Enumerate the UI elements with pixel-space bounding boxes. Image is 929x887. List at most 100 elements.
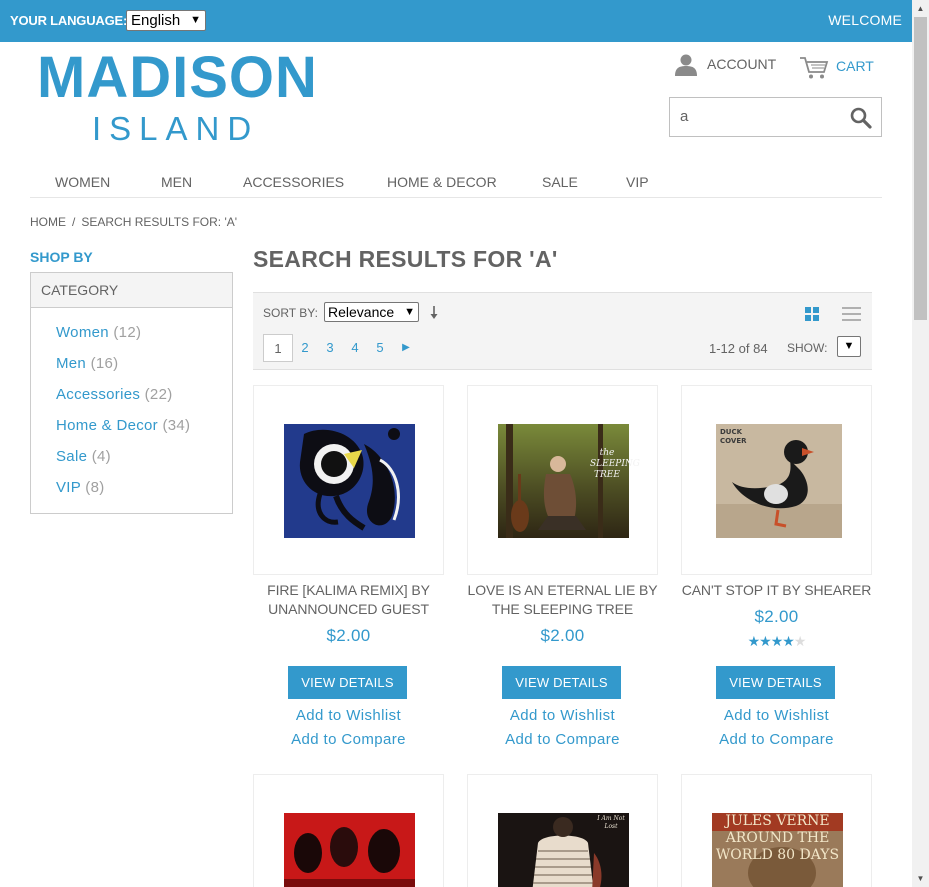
category-label: Men: [56, 355, 87, 372]
product-price: $2.00: [540, 626, 585, 645]
star-icon: ★: [759, 633, 772, 649]
search-box: a: [669, 97, 882, 137]
page-scrollbar[interactable]: ▲ ▼: [912, 0, 929, 887]
category-filter: CATEGORY Women (12) Men (16) Accessories…: [30, 272, 233, 514]
user-icon: [675, 54, 697, 76]
scrollbar-thumb[interactable]: [914, 17, 927, 320]
next-page-icon[interactable]: ▶: [396, 334, 416, 362]
scroll-down-icon[interactable]: ▼: [912, 870, 929, 887]
category-count: (4): [91, 448, 111, 465]
category-label: Sale: [56, 448, 88, 465]
nav-item-home-decor[interactable]: HOME & DECOR: [387, 174, 497, 190]
product-image: [498, 424, 629, 538]
top-bar: YOUR LANGUAGE: English ▼ WELCOME: [0, 0, 912, 42]
grid-view-icon[interactable]: [805, 307, 819, 321]
category-item[interactable]: Sale (4): [56, 448, 111, 465]
nav-item-sale[interactable]: SALE: [542, 174, 578, 190]
product-name[interactable]: LOVE IS AN ETERNAL LIE BY THE SLEEPING T…: [457, 581, 668, 619]
category-item[interactable]: Men (16): [56, 355, 118, 372]
star-icon: ★: [770, 633, 784, 649]
view-details-button[interactable]: VIEW DETAILS: [502, 666, 621, 699]
add-to-compare-link[interactable]: Add to Compare: [681, 731, 872, 748]
product-image-text: the SLEEPING TREE: [590, 448, 640, 480]
shop-by-heading: SHOP BY: [30, 249, 93, 265]
list-view-icon[interactable]: [842, 306, 861, 322]
search-input[interactable]: a: [680, 108, 688, 125]
category-item[interactable]: Home & Decor (34): [56, 417, 190, 434]
logo-sub-text: ISLAND: [92, 110, 260, 147]
product-image-frame[interactable]: the SLEEPING TREE: [467, 385, 658, 575]
product-image-frame[interactable]: [253, 385, 444, 575]
chevron-down-icon: ▼: [190, 14, 201, 26]
product-image-frame[interactable]: I Am Not Lost: [467, 774, 658, 887]
add-to-compare-link[interactable]: Add to Compare: [253, 731, 444, 748]
language-select-value: English: [131, 12, 181, 29]
category-count: (12): [113, 324, 142, 341]
category-item[interactable]: Accessories (22): [56, 386, 173, 403]
category-label: VIP: [56, 479, 81, 496]
product-image: [284, 813, 415, 887]
product-image-frame[interactable]: JULES VERNE AROUND THE WORLD 80 DAYS: [681, 774, 872, 887]
chevron-down-icon: ▼: [404, 306, 415, 318]
cart-label: CART: [836, 58, 874, 74]
category-count: (16): [90, 355, 119, 372]
chevron-down-icon: ▼: [843, 340, 855, 352]
product-name[interactable]: CAN'T STOP IT BY SHEARER: [671, 581, 882, 600]
category-item[interactable]: VIP (8): [56, 479, 105, 496]
main-nav: WOMEN MEN ACCESSORIES HOME & DECOR SALE …: [30, 164, 882, 198]
product-name[interactable]: FIRE [KALIMA REMIX] BY UNANNOUNCED GUEST: [243, 581, 454, 619]
product-image-frame[interactable]: [253, 774, 444, 887]
sort-select[interactable]: Relevance ▼: [324, 302, 419, 322]
nav-item-women[interactable]: WOMEN: [55, 174, 110, 190]
nav-item-men[interactable]: MEN: [161, 174, 192, 190]
star-rating: ★★★★★: [681, 633, 872, 650]
page-link-current[interactable]: 1: [263, 334, 293, 362]
welcome-message: WELCOME: [828, 12, 902, 28]
add-to-wishlist-link[interactable]: Add to Wishlist: [253, 707, 444, 724]
sort-direction-icon[interactable]: [429, 305, 439, 321]
results-count: 1-12 of 84: [709, 341, 768, 356]
language-select[interactable]: English ▼: [126, 10, 206, 31]
category-item[interactable]: Women (12): [56, 324, 141, 341]
category-count: (22): [144, 386, 173, 403]
logo-main-text: MADISON: [37, 45, 318, 110]
star-icon: ★: [747, 633, 761, 649]
product-price: $2.00: [326, 626, 371, 645]
view-details-button[interactable]: VIEW DETAILS: [716, 666, 835, 699]
add-to-compare-link[interactable]: Add to Compare: [467, 731, 658, 748]
product-image: [284, 424, 415, 538]
category-count: (34): [162, 417, 191, 434]
language-label: YOUR LANGUAGE:: [10, 13, 128, 28]
product-image-frame[interactable]: DUCK COVER: [681, 385, 872, 575]
product-image-text: JULES VERNE AROUND THE WORLD 80 DAYS: [715, 813, 840, 863]
page-link[interactable]: 5: [365, 334, 395, 362]
show-limit-select[interactable]: ▼: [837, 336, 861, 357]
breadcrumb: HOME / SEARCH RESULTS FOR: 'A': [30, 215, 237, 229]
breadcrumb-home[interactable]: HOME: [30, 215, 66, 229]
category-label: Women: [56, 324, 109, 341]
nav-item-vip[interactable]: VIP: [626, 174, 649, 190]
sort-select-value: Relevance: [328, 304, 395, 320]
scroll-up-icon[interactable]: ▲: [912, 0, 929, 17]
product-image-text: DUCK COVER: [720, 428, 747, 445]
results-toolbar: SORT BY: Relevance ▼ 1 2 3 4 5 ▶ 1-12 of…: [253, 292, 872, 370]
show-label: SHOW:: [787, 341, 828, 355]
search-icon[interactable]: [850, 107, 872, 129]
category-label: Accessories: [56, 386, 141, 403]
category-filter-title: CATEGORY: [31, 273, 232, 308]
sort-label: SORT BY:: [263, 306, 318, 320]
view-details-button[interactable]: VIEW DETAILS: [288, 666, 407, 699]
star-icon: ★: [793, 633, 807, 649]
cart-icon: [800, 57, 829, 79]
breadcrumb-current: SEARCH RESULTS FOR: 'A': [81, 215, 238, 229]
account-label: ACCOUNT: [707, 56, 777, 72]
add-to-wishlist-link[interactable]: Add to Wishlist: [467, 707, 658, 724]
category-label: Home & Decor: [56, 417, 158, 434]
product-image-text: I Am Not Lost: [597, 815, 625, 830]
add-to-wishlist-link[interactable]: Add to Wishlist: [681, 707, 872, 724]
nav-item-accessories[interactable]: ACCESSORIES: [243, 174, 344, 190]
product-price: $2.00: [754, 607, 799, 626]
category-count: (8): [85, 479, 105, 496]
star-icon: ★: [782, 633, 795, 649]
breadcrumb-separator: /: [72, 215, 76, 229]
